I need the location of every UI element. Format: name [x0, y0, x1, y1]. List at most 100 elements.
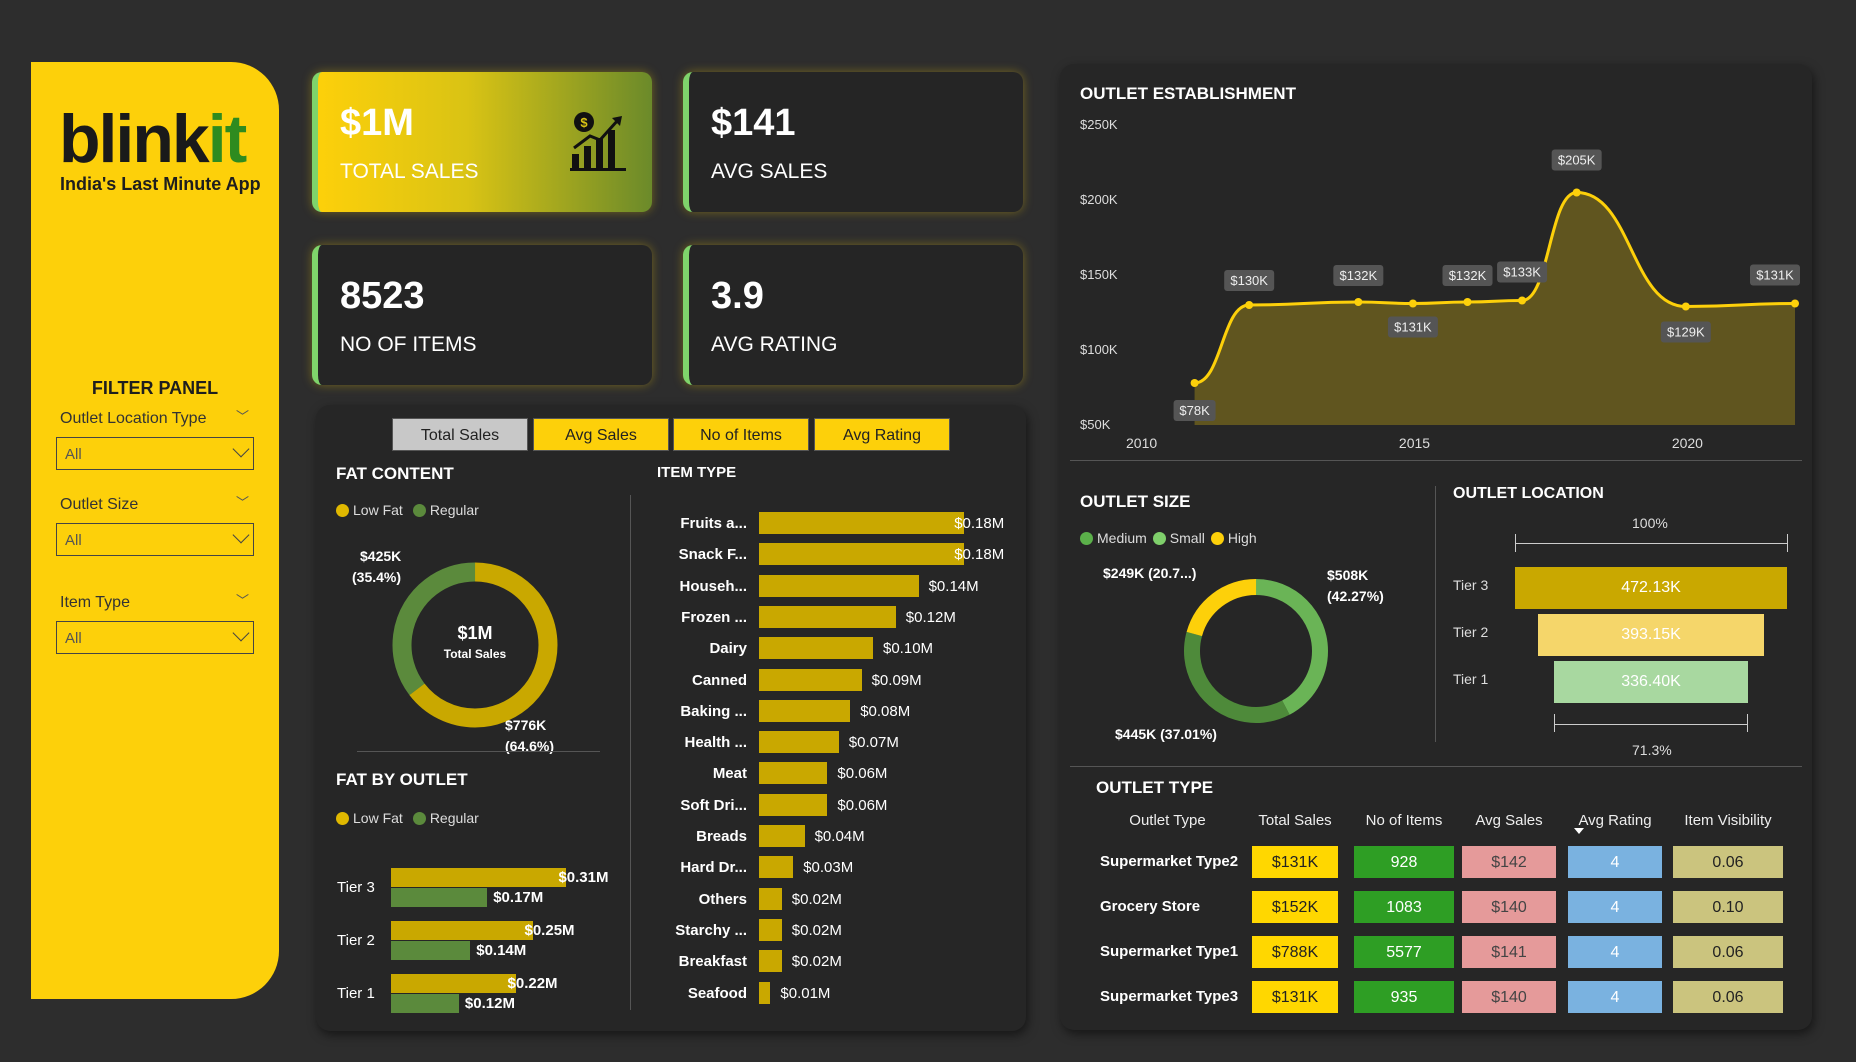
filter-label-item-type: Item Type [60, 594, 130, 611]
table-cell: 4 [1568, 936, 1662, 968]
legend-label: Medium [1097, 530, 1147, 546]
kpi-label: AVG RATING [711, 333, 838, 356]
kpi-label: NO OF ITEMS [340, 333, 477, 356]
item-type-bar [759, 574, 919, 597]
table-cell: 0.06 [1673, 846, 1783, 878]
bar-regular [391, 941, 471, 960]
y-tick-label: $250K [1080, 117, 1118, 132]
funnel-value: 393.15K [1621, 626, 1681, 643]
item-type-label: Health ... [684, 734, 747, 752]
table-cell: $131K [1252, 846, 1338, 878]
fat-by-outlet-legend: Low Fat Regular [336, 810, 479, 826]
legend-label: Small [1169, 530, 1205, 546]
bar-value-label: $0.12M [905, 608, 956, 626]
kpi-total-sales: $1M TOTAL SALES $ [312, 72, 652, 212]
kpi-avg-sales: $141 AVG SALES [683, 72, 1023, 212]
item-type-select[interactable]: All [56, 621, 254, 654]
y-tick-label: $100K [1080, 342, 1118, 357]
outlet-size-select[interactable]: All [56, 523, 254, 556]
table-cell: $140 [1462, 891, 1556, 923]
item-type-label: Others [698, 890, 747, 908]
item-type-label: Canned [691, 671, 747, 689]
dropdown-arrow-icon [232, 624, 250, 642]
table-cell: 1083 [1354, 891, 1454, 923]
outlet-location-title: OUTLET LOCATION [1453, 485, 1604, 502]
outlet-size-title: OUTLET SIZE [1080, 492, 1191, 511]
bar-low-fat [391, 974, 516, 993]
item-type-bar [759, 856, 794, 879]
table-row-label: Supermarket Type2 [1100, 853, 1239, 870]
bracket-tick [1787, 534, 1788, 552]
bar-value-label: $0.14M [928, 577, 979, 595]
legend-dot [412, 503, 426, 517]
fat-content-legend: Low Fat Regular [336, 502, 479, 518]
divider [1435, 486, 1436, 742]
donut-center-label: Total Sales [443, 647, 507, 661]
bar-value-label: $0.09M [871, 671, 922, 689]
funnel-value: 472.13K [1621, 579, 1681, 596]
data-label: $78K [1179, 403, 1210, 418]
kpi-value: 3.9 [711, 275, 764, 317]
item-type-bar [759, 918, 782, 941]
tab-no-of-items[interactable]: No of Items [673, 418, 809, 451]
tab-avg-sales[interactable]: Avg Sales [533, 418, 669, 451]
funnel-value: 336.40K [1621, 673, 1681, 690]
kpi-value: $1M [340, 102, 414, 144]
legend-label: High [1227, 530, 1257, 546]
kpi-label: AVG SALES [711, 160, 828, 183]
item-type-bar [759, 605, 896, 628]
outlet-size-medium-label: $508K [1327, 567, 1369, 583]
funnel-tier-label: Tier 3 [1453, 577, 1489, 593]
chevron-down-icon[interactable]: ﹀ [236, 590, 249, 609]
fat-by-outlet-title: FAT BY OUTLET [336, 770, 468, 789]
table-cell: $152K [1252, 891, 1338, 923]
kpi-label: TOTAL SALES [340, 160, 479, 183]
tier-label: Tier 1 [337, 985, 375, 1002]
outlet-establishment-title: OUTLET ESTABLISHMENT [1080, 84, 1296, 103]
kpi-no-of-items: 8523 NO OF ITEMS [312, 245, 652, 385]
bar-regular [391, 888, 488, 907]
x-tick-label: 2020 [1672, 435, 1703, 451]
data-point [1463, 298, 1472, 306]
item-type-bar [759, 731, 839, 754]
data-label: $131K [1756, 268, 1794, 283]
bar-value-label: $0.02M [791, 890, 842, 908]
area-fill [1194, 192, 1795, 425]
table-cell: $142 [1462, 846, 1556, 878]
item-type-label: Snack F... [678, 546, 747, 564]
table-cell: 4 [1568, 981, 1662, 1013]
bar-value-label: $0.22M [507, 975, 558, 992]
table-cell: 4 [1568, 846, 1662, 878]
bar-value-label: $0.10M [883, 640, 934, 658]
table-cell: $140 [1462, 981, 1556, 1013]
data-point [1408, 299, 1417, 308]
data-point [1518, 296, 1527, 305]
outlet-establishment-chart: $50K $100K $150K $200K $250K 2010 2015 2020 $78K… [1080, 117, 1800, 451]
item-type-label: Breads [696, 828, 747, 845]
x-tick-label: 2010 [1126, 435, 1157, 451]
table-row-label: Grocery Store [1100, 898, 1201, 915]
lowfat-value: $776K [505, 717, 547, 733]
table-row-label: Supermarket Type3 [1100, 988, 1239, 1005]
item-type-title: ITEM TYPE [657, 464, 737, 481]
tab-avg-rating[interactable]: Avg Rating [814, 418, 950, 451]
bar-value-label: $0.08M [860, 702, 911, 720]
divider [1070, 766, 1802, 767]
tier-label: Tier 2 [337, 932, 375, 949]
divider [630, 495, 631, 1010]
legend-dot [1210, 531, 1224, 545]
item-type-label: Baking ... [680, 702, 747, 720]
bar-value-label: $0.07M [848, 734, 899, 752]
chevron-down-icon[interactable]: ﹀ [236, 492, 249, 511]
table-header: Item Visibility [1684, 812, 1772, 829]
outlet-type-title: OUTLET TYPE [1096, 778, 1214, 797]
tab-total-sales[interactable]: Total Sales [392, 418, 528, 451]
item-type-label: Seafood [687, 984, 747, 1002]
svg-text:$: $ [580, 115, 588, 130]
bracket-tick [1747, 714, 1748, 732]
chevron-down-icon[interactable]: ﹀ [236, 406, 249, 425]
bar-value-label: $0.02M [791, 953, 842, 971]
x-tick-label: 2015 [1399, 435, 1430, 451]
outlet-location-select[interactable]: All [56, 437, 254, 470]
item-type-bar [759, 981, 771, 1004]
